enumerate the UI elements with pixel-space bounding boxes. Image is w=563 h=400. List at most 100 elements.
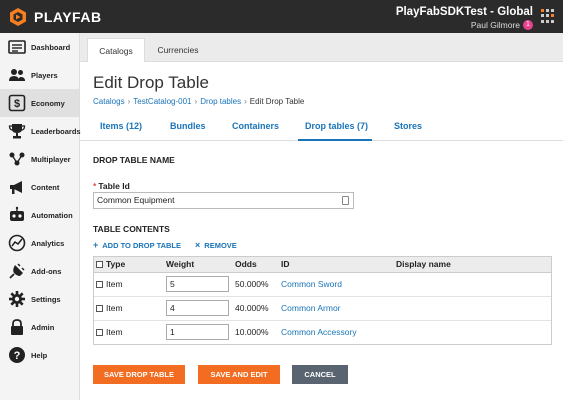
app-grid-icon[interactable] [541, 9, 555, 23]
save-drop-table-button[interactable]: SAVE DROP TABLE [93, 365, 185, 384]
sidebar-item-automation[interactable]: Automation [0, 201, 79, 229]
table-id-label: * Table Id [93, 181, 130, 191]
row-odds: 40.000% [233, 295, 279, 320]
sidebar-item-label: Leaderboards [31, 126, 81, 136]
breadcrumb-current: Edit Drop Table [249, 97, 305, 106]
megaphone-icon [8, 178, 26, 196]
subtab-drop-tables[interactable]: Drop tables (7) [305, 121, 368, 131]
row-display-name [394, 295, 551, 320]
sidebar-item-label: Economy [31, 98, 65, 108]
row-odds: 50.000% [233, 271, 279, 296]
sidebar-item-help[interactable]: ? Help [0, 341, 79, 369]
table-id-input[interactable]: Common Equipment [93, 192, 354, 209]
sidebar-item-dashboard[interactable]: Dashboard [0, 33, 79, 61]
dashboard-icon [8, 38, 26, 56]
playfab-logo[interactable]: PLAYFAB [8, 7, 102, 27]
breadcrumb: Catalogs › TestCatalog-001 › Drop tables › Edi… [93, 97, 304, 106]
sidebar-item-label: Multiplayer [31, 154, 71, 164]
weight-input[interactable]: 5 [166, 276, 229, 292]
item-id-link[interactable]: Common Armor [281, 303, 341, 313]
table-row: Item 1 10.000% Common Accessory [94, 319, 551, 344]
economy-icon: $ [8, 94, 26, 112]
sidebar-item-admin[interactable]: Admin [0, 313, 79, 341]
remove-link[interactable]: × REMOVE [195, 240, 237, 250]
row-checkbox[interactable] [96, 281, 103, 288]
top-bar: PLAYFAB PlayFabSDKTest - Global Paul Gil… [0, 0, 563, 33]
notification-badge[interactable]: 1 [523, 20, 533, 30]
breadcrumb-catalogs[interactable]: Catalogs [93, 97, 125, 106]
sidebar-item-label: Automation [31, 210, 73, 220]
robot-icon [8, 206, 26, 224]
table-row: Item 4 40.000% Common Armor [94, 295, 551, 320]
row-weight: 4 [164, 295, 233, 320]
add-to-drop-table-link[interactable]: + ADD TO DROP TABLE [93, 240, 181, 250]
select-all-checkbox[interactable] [96, 261, 103, 269]
sidebar-item-analytics[interactable]: Analytics [0, 229, 79, 257]
user-name: Paul Gilmore [470, 20, 520, 30]
subtab-bundles[interactable]: Bundles [170, 121, 206, 131]
table-header-row: Type Weight Odds ID Display name [94, 257, 551, 273]
lock-icon [8, 318, 26, 336]
col-type[interactable]: Type [94, 257, 164, 273]
item-id-link[interactable]: Common Accessory [281, 327, 357, 337]
sidebar-item-content[interactable]: Content [0, 173, 79, 201]
section-table-contents: TABLE CONTENTS [93, 224, 170, 234]
table-row: Item 5 50.000% Common Sword [94, 271, 551, 296]
row-display-name [394, 319, 551, 344]
sidebar-item-label: Content [31, 182, 60, 192]
row-display-name [394, 271, 551, 296]
user-menu[interactable]: Paul Gilmore 1 [396, 20, 533, 30]
sidebar-item-label: Help [31, 350, 48, 360]
weight-input[interactable]: 4 [166, 300, 229, 316]
row-type: Item [94, 271, 164, 296]
close-icon: × [195, 240, 201, 250]
row-id: Common Accessory [279, 319, 394, 344]
sidebar-item-players[interactable]: Players [0, 61, 79, 89]
svg-text:?: ? [14, 350, 21, 362]
sidebar-item-label: Admin [31, 322, 55, 332]
sidebar-item-label: Analytics [31, 238, 65, 248]
page-title: Edit Drop Table [93, 73, 209, 92]
title-block: PlayFabSDKTest - Global Paul Gilmore 1 [396, 6, 533, 30]
row-type: Item [94, 295, 164, 320]
subtab-stores[interactable]: Stores [394, 121, 422, 131]
item-id-link[interactable]: Common Sword [281, 279, 342, 289]
title-name[interactable]: PlayFabSDKTest - Global [396, 6, 533, 18]
row-id: Common Armor [279, 295, 394, 320]
plus-icon: + [93, 240, 99, 250]
row-checkbox[interactable] [96, 305, 103, 312]
players-icon [8, 66, 26, 84]
sidebar-item-settings[interactable]: Settings [0, 285, 79, 313]
row-checkbox[interactable] [96, 329, 103, 337]
breadcrumb-separator: › [127, 97, 131, 106]
col-weight: Weight [164, 257, 233, 273]
sidebar-item-leaderboards[interactable]: Leaderboards [0, 117, 81, 145]
sidebar-item-label: Settings [31, 294, 61, 304]
subtab-items[interactable]: Items (12) [100, 121, 142, 131]
sidebar-item-multiplayer[interactable]: Multiplayer [0, 145, 79, 173]
sidebar-item-economy[interactable]: $ Economy [0, 89, 79, 117]
sidebar-item-add-ons[interactable]: Add-ons [0, 257, 79, 285]
multiplayer-icon [8, 150, 26, 168]
col-odds: Odds [233, 257, 279, 273]
subtab-bar: Items (12) Bundles Containers Drop table… [80, 113, 563, 141]
sidebar: Dashboard Players $ Economy Leaderboards… [0, 33, 81, 400]
weight-input[interactable]: 1 [166, 324, 229, 341]
cancel-button[interactable]: CANCEL [292, 365, 348, 384]
col-id: ID [279, 257, 394, 273]
breadcrumb-separator: › [194, 97, 198, 106]
tab-currencies[interactable]: Currencies [148, 38, 208, 62]
drop-table-contents: Type Weight Odds ID Display name Item 5 … [93, 256, 552, 345]
trophy-icon [8, 122, 26, 140]
subtab-containers[interactable]: Containers [232, 121, 279, 131]
breadcrumb-drop-tables[interactable]: Drop tables [200, 97, 241, 106]
save-and-edit-button[interactable]: SAVE AND EDIT [198, 365, 280, 384]
breadcrumb-testcatalog[interactable]: TestCatalog-001 [133, 97, 191, 106]
tab-catalogs[interactable]: Catalogs [87, 38, 145, 62]
plug-icon [8, 262, 26, 280]
breadcrumb-separator: › [244, 97, 247, 106]
row-id: Common Sword [279, 271, 394, 296]
section-drop-table-name: DROP TABLE NAME [93, 155, 175, 165]
brand-name: PLAYFAB [34, 9, 102, 25]
tab-bar: Catalogs Currencies [80, 33, 563, 62]
